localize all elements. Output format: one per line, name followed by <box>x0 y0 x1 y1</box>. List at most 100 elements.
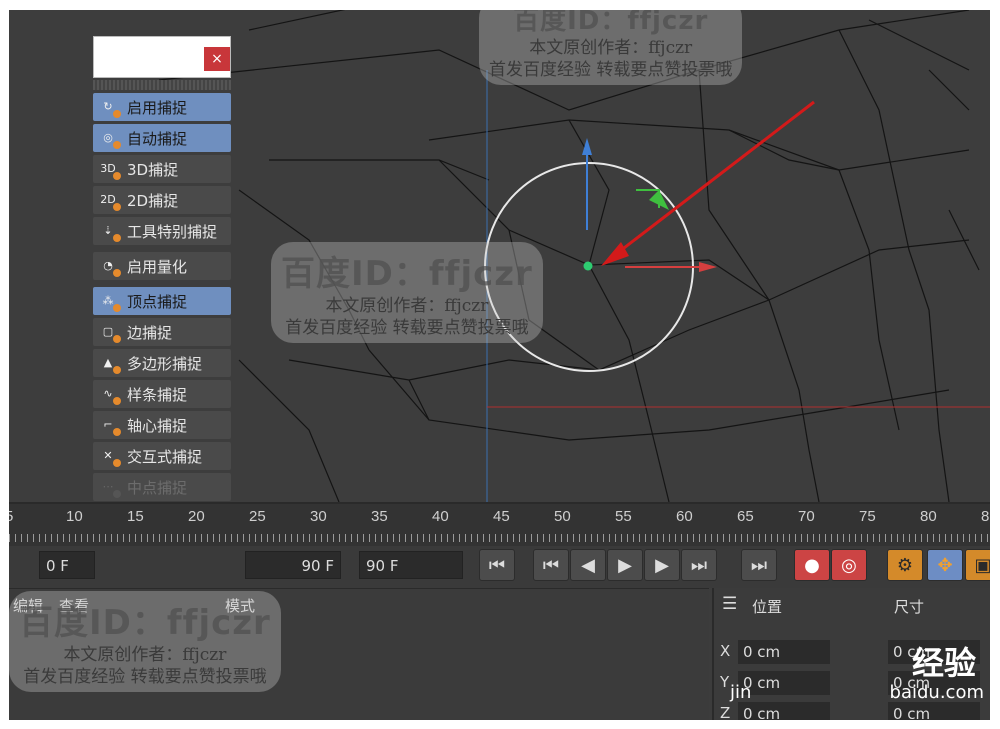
play-button[interactable]: ▶ <box>607 549 643 581</box>
drag-handle[interactable] <box>93 80 231 90</box>
snap-menu-item[interactable]: ▢ 边捕捉 <box>93 318 231 346</box>
watermark-bottom: 百度ID：ffjczr 本文原创作者：ffjczr 首发百度经验 转载要点赞投票… <box>9 591 281 692</box>
snap-menu-item[interactable]: ⇣ 工具特别捕捉 <box>93 217 231 245</box>
timeline-tick-label: 35 <box>371 508 388 525</box>
position-field[interactable]: 0 cm <box>738 640 830 664</box>
prev-key-button[interactable]: ⏮ <box>533 549 569 581</box>
scale-key-icon[interactable]: ▣ <box>965 549 990 581</box>
watermark-line2: 首发百度经验 转载要点赞投票哦 <box>23 667 267 687</box>
vertex-snap-icon: ⁂ <box>97 290 121 312</box>
quantize-icon: ◔ <box>97 255 121 277</box>
move-key-icon[interactable]: ✥ <box>927 549 963 581</box>
watermark-line2: 首发百度经验 转载要点赞投票哦 <box>285 318 529 338</box>
timeline-tick-label: 70 <box>798 508 815 525</box>
snap-menu-item-label: 3D捕捉 <box>127 160 179 179</box>
snap-menu-item[interactable]: ◔ 启用量化 <box>93 252 231 280</box>
snap-menu-item[interactable]: ⋯ 中点捕捉 <box>93 473 231 501</box>
midpoint-snap-icon: ⋯ <box>97 476 121 498</box>
coordinates-panel: ☰ 位置 尺寸 X0 cm 0 cm Y 0 cm 0 cm Z 0 cm 0 cm 经验 b… <box>712 588 990 720</box>
timeline-ruler[interactable]: 5 10 15 20 25 30 35 40 45 50 55 60 65 70 75 80 85 <box>9 502 990 546</box>
snap-menu-header[interactable]: × <box>93 36 231 78</box>
snap-menu-item-label: 多边形捕捉 <box>127 354 203 373</box>
snap-menu-item[interactable]: ↻ 启用捕捉 <box>93 93 231 121</box>
magnet-icon: ↻ <box>97 96 121 118</box>
snap-2d-icon: 2D <box>97 189 121 211</box>
edge-snap-icon: ▢ <box>97 321 121 343</box>
interactive-snap-icon: ✕ <box>97 445 121 467</box>
orange-magnet-dot <box>113 397 121 405</box>
snap-menu-item-label: 启用捕捉 <box>127 98 188 117</box>
timeline-tick-label: 40 <box>432 508 449 525</box>
start-frame-field[interactable]: 0 F <box>39 551 95 579</box>
snap-menu-item-label: 交互式捕捉 <box>127 447 203 466</box>
orange-magnet-dot <box>113 335 121 343</box>
snap-menu-item[interactable]: ⌐ 轴心捕捉 <box>93 411 231 439</box>
axis-label: Y <box>720 673 730 691</box>
orange-magnet-dot <box>113 490 121 498</box>
snap-menu-item-label: 2D捕捉 <box>127 191 179 210</box>
timeline-tick-label: 45 <box>493 508 510 525</box>
snap-menu-item[interactable]: ▲ 多边形捕捉 <box>93 349 231 377</box>
watermark-line1: 本文原创作者：ffjczr <box>529 38 693 58</box>
close-button[interactable]: × <box>204 47 230 71</box>
position-field[interactable]: 0 cm <box>738 702 830 720</box>
snap-menu-item-label: 启用量化 <box>127 257 188 276</box>
menu-icon[interactable]: ☰ <box>722 594 737 614</box>
watermark-line1: 本文原创作者：ffjczr <box>63 645 227 665</box>
axis-snap-icon: ⌐ <box>97 414 121 436</box>
snap-menu-item[interactable]: 2D 2D捕捉 <box>93 186 231 214</box>
baidu-logo-sub: baidu.com <box>889 682 984 703</box>
orange-magnet-dot <box>113 304 121 312</box>
end-frame-display[interactable]: 90 F <box>359 551 463 579</box>
timeline-tick-label: 10 <box>66 508 83 525</box>
ruler-ticks <box>9 534 990 542</box>
auto-key-icon[interactable]: ◎ <box>831 549 867 581</box>
c4d-window: 百度ID：ffjczr 本文原创作者：ffjczr 首发百度经验 转载要点赞投票… <box>9 10 990 720</box>
snap-menu-item-label: 边捕捉 <box>127 323 173 342</box>
go-end-button[interactable]: ⏭ <box>741 549 777 581</box>
orange-magnet-dot <box>113 203 121 211</box>
polygon-snap-icon: ▲ <box>97 352 121 374</box>
timeline-tick-label: 20 <box>188 508 205 525</box>
axis-label: Z <box>720 704 731 720</box>
timeline-tick-label: 75 <box>859 508 876 525</box>
timeline-tick-label: 5 <box>9 508 14 525</box>
baidu-logo: 经验 baidu.com jin <box>730 624 986 714</box>
snap-menu-item-label: 样条捕捉 <box>127 385 188 404</box>
key-settings-icon[interactable]: ⚙ <box>887 549 923 581</box>
snap-menu-item-label: 中点捕捉 <box>127 478 188 497</box>
size-label: 尺寸 <box>894 598 925 616</box>
snap-menu-item[interactable]: ∿ 样条捕捉 <box>93 380 231 408</box>
orange-magnet-dot <box>113 366 121 374</box>
snap-menu-item[interactable]: ✕ 交互式捕捉 <box>93 442 231 470</box>
record-key-icon[interactable]: ● <box>794 549 830 581</box>
orange-magnet-dot <box>113 428 121 436</box>
snap-menu-item-label: 顶点捕捉 <box>127 292 188 311</box>
tool-snap-icon: ⇣ <box>97 220 121 242</box>
snap-menu-item[interactable]: ◎ 自动捕捉 <box>93 124 231 152</box>
end-frame-field[interactable]: 90 F <box>245 551 341 579</box>
go-start-button[interactable]: ⏮ <box>479 549 515 581</box>
timeline-tick-label: 60 <box>676 508 693 525</box>
snap-menu-item[interactable]: 3D 3D捕捉 <box>93 155 231 183</box>
watermark-id: 百度ID：ffjczr <box>19 603 271 643</box>
transport-bar: 0 F 90 F 90 F ⏮ ⏮ ◀ ▶ ▶ ⏭ ⏭ ● ◎ ⚙ ✥ ▣ <box>9 546 990 588</box>
watermark-line2: 首发百度经验 转载要点赞投票哦 <box>489 60 733 80</box>
3d-viewport[interactable]: 百度ID：ffjczr 本文原创作者：ffjczr 首发百度经验 转载要点赞投票… <box>9 10 990 502</box>
snap-3d-icon: 3D <box>97 158 121 180</box>
orange-magnet-dot <box>113 141 121 149</box>
snap-menu-item[interactable]: ⁂ 顶点捕捉 <box>93 287 231 315</box>
timeline-tick-label: 25 <box>249 508 266 525</box>
baidu-logo-main: 经验 <box>911 644 976 682</box>
material-manager: 编辑 查看 模式 百度ID：ffjczr 本文原创作者：ffjczr 首发百度经… <box>9 588 709 720</box>
orange-magnet-dot <box>113 234 121 242</box>
next-frame-button[interactable]: ▶ <box>644 549 680 581</box>
next-key-button[interactable]: ⏭ <box>681 549 717 581</box>
timeline-tick-label: 55 <box>615 508 632 525</box>
timeline-tick-label: 50 <box>554 508 571 525</box>
position-field[interactable]: 0 cm <box>738 671 830 695</box>
auto-snap-icon: ◎ <box>97 127 121 149</box>
prev-frame-button[interactable]: ◀ <box>570 549 606 581</box>
watermark-line1: 本文原创作者：ffjczr <box>325 296 489 316</box>
watermark-id: 百度ID：ffjczr <box>513 10 709 36</box>
